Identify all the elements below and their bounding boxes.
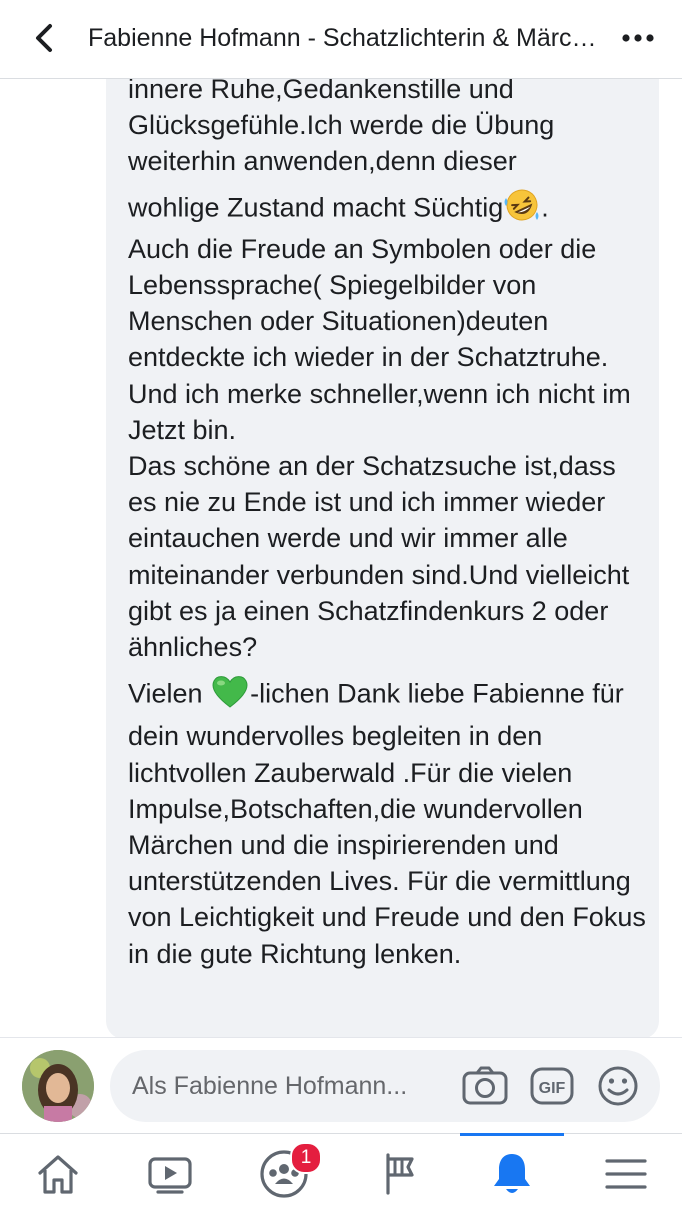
bell-icon [494,1154,530,1193]
camera-icon [462,1066,508,1105]
more-options-button[interactable] [618,24,658,52]
comment-fragment: Vielen [128,678,211,709]
emoji-button[interactable] [594,1064,642,1108]
comment-fragment: -lichen Dank liebe Fabienne für dein wun… [128,678,646,969]
gif-button[interactable]: GIF [528,1064,576,1108]
comment-text: innere Ruhe,Gedankenstille und Glücksgef… [128,79,648,972]
green-heart-emoji [210,673,250,718]
flag-icon [386,1153,414,1195]
tab-watch[interactable] [120,1134,220,1214]
comment-input-placeholder: Als Fabienne Hofmann... [132,1072,408,1100]
comment-thread[interactable]: innere Ruhe,Gedankenstille und Glücksgef… [0,79,682,1037]
gif-label: GIF [539,1080,566,1097]
comment-paragraph: wohlige Zustand macht Süchtig . [128,188,648,231]
tab-menu[interactable] [576,1134,676,1214]
chevron-left-icon [36,24,52,52]
back-button[interactable] [24,18,64,58]
comment-paragraph: Auch die Freude an Symbolen oder die Leb… [128,233,609,373]
tab-pages[interactable] [350,1134,450,1214]
bottom-tab-bar: 1 [0,1133,682,1213]
hamburger-menu-icon [605,1159,647,1189]
comment-fragment: . [541,192,549,223]
comment-paragraph: Vielen -lichen Dank liebe Fabienne für d… [128,673,648,972]
home-icon [38,1155,78,1194]
video-play-icon [148,1157,192,1194]
page-title: Fabienne Hofmann - Schatzlichterin & Mär… [88,24,608,52]
camera-button[interactable] [460,1064,510,1108]
rolling-laughing-emoji [503,188,541,231]
comment-paragraph: innere Ruhe,Gedankenstille und Glücksgef… [128,79,555,177]
top-bar: Fabienne Hofmann - Schatzlichterin & Mär… [0,0,682,79]
comment-paragraph: Das schöne an der Schatzsuche ist,dass e… [128,451,630,663]
avatar[interactable] [22,1050,94,1122]
tab-home[interactable] [8,1134,108,1214]
comment-fragment: wohlige Zustand macht Süchtig [128,192,504,223]
smiley-icon [598,1066,638,1106]
comment-input[interactable]: Als Fabienne Hofmann... GIF [110,1050,660,1122]
tab-notifications[interactable] [462,1134,562,1214]
comment-paragraph: Und ich merke schneller,wenn ich nicht i… [128,378,631,445]
gif-icon: GIF [530,1067,574,1105]
tab-groups[interactable]: 1 [234,1134,334,1214]
more-icon [622,34,654,42]
notification-badge: 1 [290,1142,322,1174]
comment-composer: Als Fabienne Hofmann... GIF [0,1037,682,1133]
